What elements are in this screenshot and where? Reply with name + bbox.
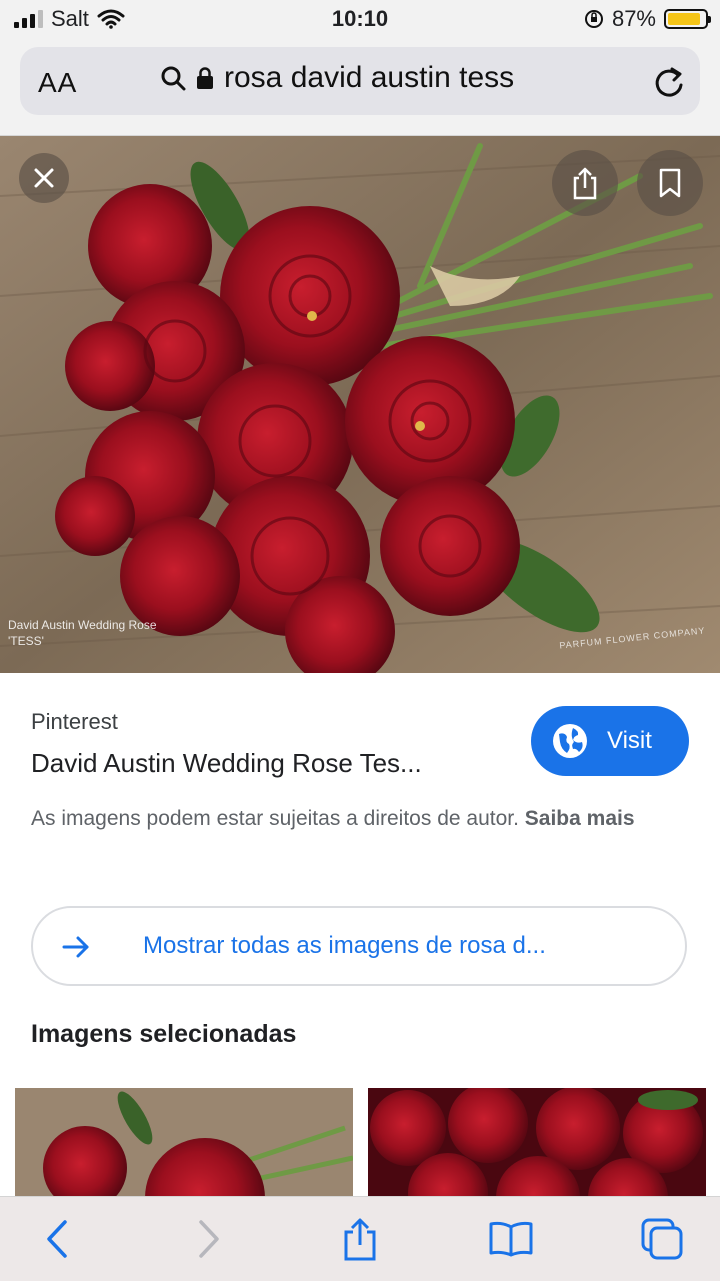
url-text: rosa david austin tess: [224, 61, 515, 94]
copyright-text: As imagens podem estar sujeitas a direit…: [31, 807, 525, 830]
share-icon: [344, 1218, 376, 1261]
source-name: Pinterest: [31, 709, 118, 734]
preview-image[interactable]: David Austin Wedding Rose 'TESS' PARFUM …: [0, 136, 720, 673]
status-bar: Salt 10:10 87%: [0, 0, 720, 40]
related-image-2[interactable]: [368, 1088, 706, 1208]
related-image-1[interactable]: [15, 1088, 353, 1208]
address-bar[interactable]: AA rosa david austin tess: [20, 47, 700, 115]
visit-label: Visit: [607, 727, 652, 754]
show-all-images-button[interactable]: Mostrar todas as imagens de rosa d...: [31, 906, 687, 986]
rose-thumbnail-1: [15, 1088, 353, 1208]
chevron-right-icon: [199, 1220, 219, 1258]
rose-bouquet-photo: [0, 136, 720, 673]
url-field[interactable]: rosa david austin tess: [160, 61, 514, 95]
toolbar-share-button[interactable]: [330, 1215, 390, 1263]
learn-more-link[interactable]: Saiba mais: [525, 807, 635, 830]
book-icon: [489, 1221, 533, 1257]
text-size-button[interactable]: AA: [38, 67, 77, 99]
copyright-notice: As imagens podem estar sujeitas a direit…: [31, 800, 671, 837]
globe-icon: [553, 724, 587, 758]
rose-thumbnail-2: [368, 1088, 706, 1208]
tabs-icon: [641, 1218, 683, 1260]
status-right: 87%: [584, 6, 711, 32]
battery-percent: 87%: [611, 6, 656, 31]
lock-icon: [197, 67, 213, 89]
search-icon: [161, 66, 186, 91]
result-title[interactable]: David Austin Wedding Rose Tes...: [31, 748, 422, 779]
forward-button[interactable]: [178, 1215, 238, 1263]
browser-toolbar: [0, 1196, 720, 1281]
browser-header: AA rosa david austin tess: [0, 40, 720, 136]
back-button[interactable]: [28, 1215, 88, 1263]
orientation-lock-icon: [584, 10, 603, 28]
text-size-label: AA: [38, 67, 78, 98]
close-icon: [34, 168, 54, 188]
bookmark-icon: [659, 168, 681, 198]
chevron-left-icon: [47, 1220, 67, 1258]
bookmarks-button[interactable]: [481, 1215, 541, 1263]
show-all-label: Mostrar todas as imagens de rosa d...: [143, 932, 546, 959]
share-button[interactable]: [552, 150, 618, 216]
close-button[interactable]: [19, 153, 69, 203]
bookmark-button[interactable]: [637, 150, 703, 216]
image-caption: David Austin Wedding Rose 'TESS': [8, 617, 157, 649]
reload-icon[interactable]: [652, 63, 686, 99]
image-caption-line1: David Austin Wedding Rose: [8, 618, 157, 632]
section-title: Imagens selecionadas: [31, 1020, 297, 1048]
arrow-right-icon: [62, 936, 89, 958]
battery-icon: [664, 9, 711, 29]
image-caption-line2: 'TESS': [8, 634, 44, 648]
tabs-button[interactable]: [632, 1215, 692, 1263]
share-icon: [573, 167, 597, 200]
visit-button[interactable]: Visit: [531, 706, 689, 776]
